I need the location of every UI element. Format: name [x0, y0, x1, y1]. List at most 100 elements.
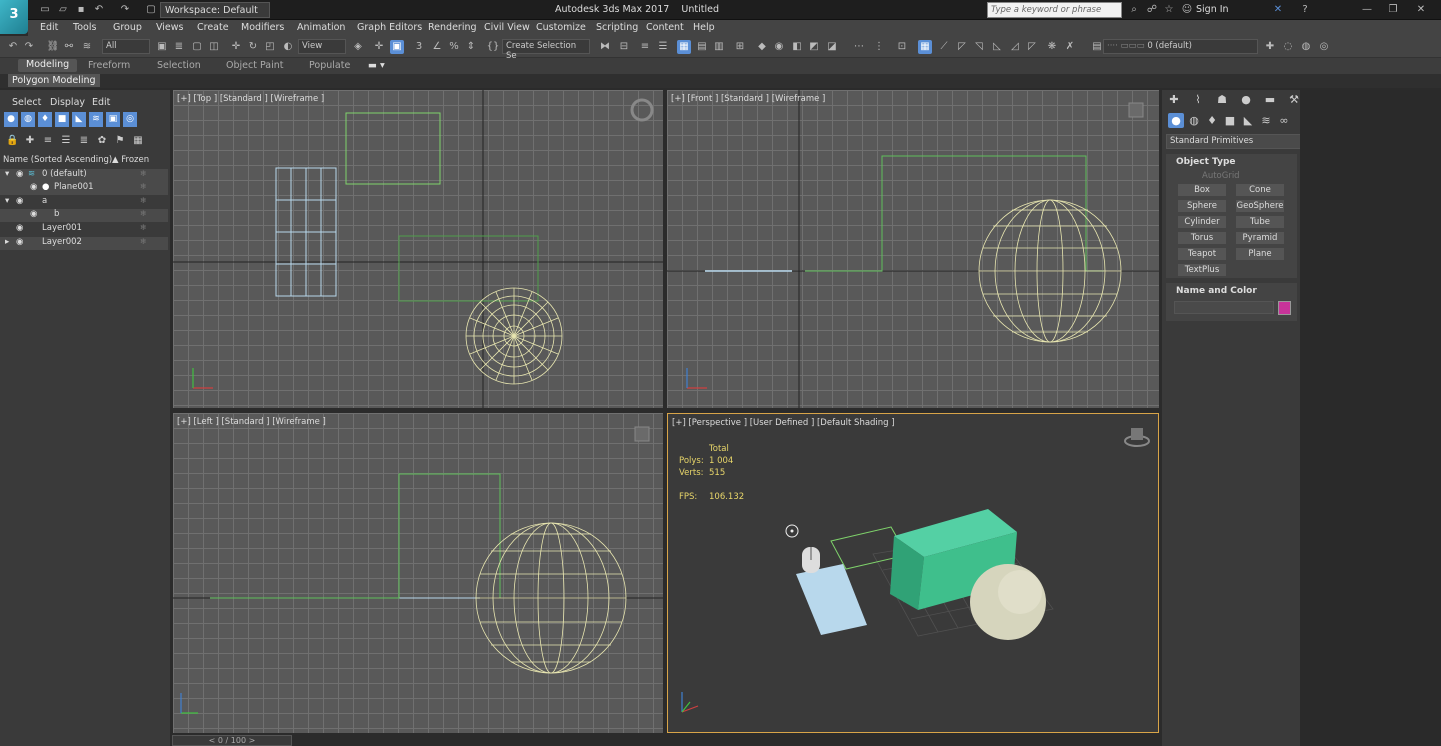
- freeze-icon[interactable]: ❄: [140, 209, 147, 218]
- spacewarps-icon[interactable]: ≋: [1258, 113, 1274, 128]
- viewport-top[interactable]: [+] [Top ] [Standard ] [Wireframe ]: [173, 90, 663, 408]
- display-tab-icon[interactable]: ▬: [1262, 92, 1278, 107]
- menu-tools[interactable]: Tools: [73, 22, 96, 33]
- visibility-eye-icon[interactable]: ◉: [30, 209, 37, 219]
- viewport-layout-icon[interactable]: ▦: [918, 40, 932, 54]
- hierarchy-tab-icon[interactable]: ☗: [1214, 92, 1230, 107]
- unlink-icon[interactable]: ⚯: [62, 40, 76, 54]
- viewport-front[interactable]: [+] [Front ] [Standard ] [Wireframe ]: [667, 90, 1159, 408]
- viewport-label-front[interactable]: [+] [Front ] [Standard ] [Wireframe ]: [671, 94, 825, 104]
- menu-graph-editors[interactable]: Graph Editors: [357, 22, 422, 33]
- pivot-icon[interactable]: ◈: [351, 40, 365, 54]
- save-icon[interactable]: ▪: [74, 3, 88, 16]
- textplus-button[interactable]: TextPlus: [1178, 264, 1226, 276]
- layers-stack-icon[interactable]: ≣: [78, 135, 90, 147]
- select-manipulate-icon[interactable]: ✛: [372, 40, 386, 54]
- list-item[interactable]: ◉ Layer001 ❄: [0, 223, 168, 236]
- menu-content[interactable]: Content: [646, 22, 684, 33]
- menu-animation[interactable]: Animation: [297, 22, 345, 33]
- tab-freeform[interactable]: Freeform: [88, 60, 130, 71]
- material-editor-icon[interactable]: ◆: [755, 40, 769, 54]
- geometry-icon[interactable]: ●: [1168, 113, 1184, 128]
- visibility-eye-icon[interactable]: ◉: [30, 182, 37, 192]
- viewport-label-left[interactable]: [+] [Left ] [Standard ] [Wireframe ]: [177, 417, 326, 427]
- display-lights-icon[interactable]: ♦: [38, 112, 52, 127]
- menu-civil-view[interactable]: Civil View: [484, 22, 530, 33]
- pyramid-button[interactable]: Pyramid: [1236, 232, 1284, 244]
- layer-manager-icon[interactable]: ▤: [1090, 40, 1104, 54]
- exchange-icon[interactable]: ✕: [1271, 3, 1285, 16]
- layer-explorer-icon[interactable]: ≡: [638, 40, 652, 54]
- create-tab-icon[interactable]: ✚: [1166, 92, 1182, 107]
- undo-icon[interactable]: ↶: [6, 40, 20, 54]
- category-dropdown[interactable]: Standard Primitives: [1166, 134, 1302, 149]
- viewport-perspective[interactable]: [+] [Perspective ] [User Defined ] [Defa…: [667, 413, 1159, 733]
- edit-named-sets-icon[interactable]: {}: [486, 40, 500, 54]
- lights-icon[interactable]: ♦: [1204, 113, 1220, 128]
- app-logo[interactable]: 3: [0, 0, 28, 34]
- geosphere-button[interactable]: GeoSphere: [1236, 200, 1284, 212]
- sign-in-link[interactable]: Sign In: [1196, 4, 1229, 15]
- bulb-icon[interactable]: ✿: [96, 135, 108, 147]
- menu-scripting[interactable]: Scripting: [596, 22, 638, 33]
- undo-icon[interactable]: ↶: [92, 3, 106, 16]
- object-name-input[interactable]: [1174, 301, 1274, 314]
- display-helpers-icon[interactable]: ◣: [72, 112, 86, 127]
- expand-icon[interactable]: ▾: [5, 196, 9, 206]
- snaps-toggle-icon[interactable]: 3: [412, 40, 426, 54]
- freeze-icon[interactable]: ❄: [140, 182, 147, 191]
- freeze-icon[interactable]: ❄: [140, 223, 147, 232]
- display-geometry-icon[interactable]: ●: [4, 112, 18, 127]
- modify-tab-icon[interactable]: ⌇: [1190, 92, 1206, 107]
- window-crossing-icon[interactable]: ◫: [207, 40, 221, 54]
- torus-button[interactable]: Torus: [1178, 232, 1226, 244]
- tab-modeling[interactable]: Modeling: [18, 59, 78, 72]
- placement-icon[interactable]: ◐: [281, 40, 295, 54]
- time-slider[interactable]: < 0 / 100 >: [172, 735, 292, 746]
- rotate-icon[interactable]: ↻: [246, 40, 260, 54]
- collapse-icon[interactable]: ▸: [5, 237, 9, 247]
- edit-icon-a[interactable]: ◸: [955, 40, 969, 54]
- display-spacewarps-icon[interactable]: ≋: [89, 112, 103, 127]
- scene-explorer-icon[interactable]: ▦: [677, 40, 691, 54]
- named-selection-dropdown[interactable]: Create Selection Se: [502, 39, 590, 61]
- helpers-icon[interactable]: ◣: [1240, 113, 1256, 128]
- project-icon[interactable]: ▢: [144, 3, 158, 16]
- scale-icon[interactable]: ◰: [263, 40, 277, 54]
- menu-modifiers[interactable]: Modifiers: [241, 22, 284, 33]
- link-icon[interactable]: ⛓: [46, 40, 60, 54]
- motion-tab-icon[interactable]: ●: [1238, 92, 1254, 107]
- visibility-eye-icon[interactable]: ◉: [16, 169, 23, 179]
- object-color-swatch[interactable]: [1278, 301, 1291, 315]
- xref-icon[interactable]: ✗: [1063, 40, 1077, 54]
- users-icon[interactable]: ☍: [1145, 3, 1159, 16]
- explorer-menu-select[interactable]: Select: [12, 97, 41, 108]
- freeze-icon[interactable]: ❄: [140, 169, 147, 178]
- layer-tree-icon[interactable]: ☰: [60, 135, 72, 147]
- cameras-icon[interactable]: ■: [1222, 113, 1238, 128]
- menu-group[interactable]: Group: [113, 22, 142, 33]
- menu-views[interactable]: Views: [156, 22, 184, 33]
- list-item[interactable]: ◉ b ❄: [0, 209, 168, 222]
- ribbon-options-icon[interactable]: ▬ ▾: [368, 60, 385, 71]
- tab-object-paint[interactable]: Object Paint: [226, 60, 283, 71]
- curve-editor-icon[interactable]: ▥: [712, 40, 726, 54]
- select-object-icon[interactable]: ▣: [155, 40, 169, 54]
- viewport-left[interactable]: [+] [Left ] [Standard ] [Wireframe ]: [173, 413, 663, 733]
- bind-space-warp-icon[interactable]: ≋: [80, 40, 94, 54]
- help-icon[interactable]: ?: [1298, 3, 1312, 16]
- edit-icon-e[interactable]: ◸: [1025, 40, 1039, 54]
- plane-button[interactable]: Plane: [1236, 248, 1284, 260]
- reference-coordinate-dropdown[interactable]: View: [298, 39, 346, 54]
- name-color-title[interactable]: Name and Color: [1166, 283, 1297, 299]
- freeze-icon[interactable]: ❄: [140, 237, 147, 246]
- rendered-frame-icon[interactable]: ◧: [790, 40, 804, 54]
- display-cameras-icon[interactable]: ■: [55, 112, 69, 127]
- time-slider-next[interactable]: >: [249, 736, 256, 745]
- ribbon-toggle-icon[interactable]: ▤: [695, 40, 709, 54]
- cylinder-button[interactable]: Cylinder: [1178, 216, 1226, 228]
- lock-icon[interactable]: 🔒: [6, 135, 18, 147]
- tab-populate[interactable]: Populate: [309, 60, 350, 71]
- autogrid-checkbox[interactable]: AutoGrid: [1202, 171, 1240, 181]
- explorer-menu-display[interactable]: Display: [50, 97, 85, 108]
